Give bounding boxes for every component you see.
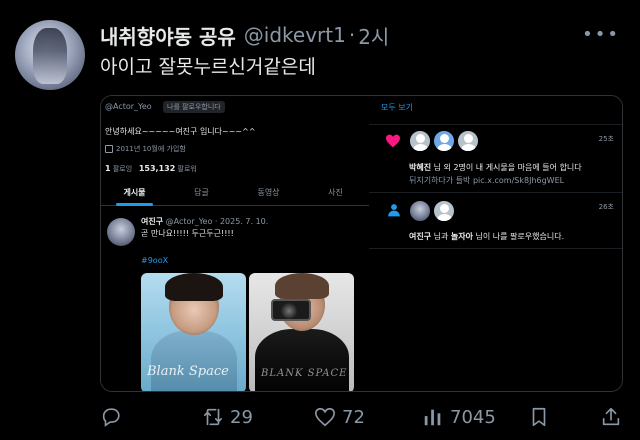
- post-meta: @Actor_Yeo · 2025. 7. 10.: [165, 217, 269, 226]
- bookmark-button[interactable]: [528, 402, 556, 432]
- profile-handle: @Actor_Yeo: [105, 102, 152, 111]
- views-button[interactable]: 7045: [422, 402, 496, 432]
- see-all-link: 모두 보기: [381, 103, 413, 112]
- post-author-name: 여진구: [141, 217, 164, 226]
- notif-2-name: 여진구: [409, 232, 432, 241]
- notif-2-date: 26초: [598, 203, 614, 211]
- photo-body: [151, 331, 237, 391]
- tweet-text: 아이고 잘못누르신거같은데: [100, 56, 316, 78]
- following-label: 팔로잉: [112, 165, 133, 173]
- notif-1-date: 25초: [598, 135, 614, 143]
- tweet-time[interactable]: 2시: [358, 21, 389, 50]
- divider: [369, 248, 622, 249]
- notif-avatar-4: [409, 200, 431, 222]
- profile-joined: 2011년 10월에 가입함: [105, 144, 186, 154]
- photo-hair: [165, 273, 223, 301]
- like-button[interactable]: 72: [314, 402, 365, 432]
- joined-date: 2011년 10월에 가입함: [116, 145, 186, 153]
- profile-bio: 안녕하세요~~~~~여진구 입니다~~~^^: [105, 127, 256, 136]
- photo-2-caption: BLANK SPACE: [261, 368, 348, 379]
- photo-body: [255, 329, 349, 391]
- display-name[interactable]: 내취향야동 공유: [100, 21, 236, 50]
- user-handle[interactable]: @idkevrt1: [244, 23, 346, 47]
- follows-you-badge: 나를 팔로우합니다: [163, 101, 225, 113]
- attached-screenshot[interactable]: @Actor_Yeo 나를 팔로우합니다 안녕하세요~~~~~여진구 입니다~~…: [100, 95, 623, 392]
- notif-avatar-5: [433, 200, 455, 222]
- post-avatar: [107, 218, 135, 246]
- notif-1-sub: 뒤지기하다가 들박 pic.x.com/Sk8Jh6gWEL: [409, 176, 565, 185]
- post-photo-2: BLANK SPACE: [249, 273, 354, 391]
- following-count: 1: [105, 164, 111, 173]
- view-count: 7045: [450, 406, 496, 428]
- photo-hair: [275, 273, 329, 299]
- calendar-icon: [105, 145, 113, 153]
- share-button[interactable]: [600, 402, 628, 432]
- profile-stats: 1 팔로잉 153,132 팔로워: [105, 164, 197, 174]
- divider: [369, 124, 622, 125]
- reply-icon: [102, 408, 120, 427]
- tab-photos: 사진: [328, 188, 343, 197]
- post-text: 곧 만나요!!!!! 두근두근!!!!: [141, 229, 234, 238]
- tweet-header: 내취향야동 공유 @idkevrt1 · 2시 •••: [100, 20, 620, 50]
- tab-posts: 게시물: [101, 180, 168, 206]
- heart-outline-icon: [315, 407, 335, 427]
- notif-1-text: 박혜진 님 외 2명이 내 게시물을 마음에 들어 합니다: [409, 162, 582, 173]
- notif-2-text: 여진구 님과 놀자아 님이 나를 팔로우했습니다.: [409, 231, 564, 242]
- post-hashtag: #9ooX: [141, 256, 169, 265]
- post-author: 여진구 @Actor_Yeo · 2025. 7. 10.: [141, 216, 268, 227]
- reply-button[interactable]: [100, 402, 128, 432]
- notif-avatar-2: [433, 130, 455, 152]
- avatar-figure: [33, 28, 67, 84]
- bookmark-icon: [532, 407, 546, 427]
- tab-videos: 동영상: [257, 188, 280, 197]
- photo-1-caption: Blank Space: [147, 364, 229, 379]
- more-options-button[interactable]: •••: [582, 24, 620, 45]
- views-icon: [424, 409, 441, 426]
- notifications-screenshot-pane: 모두 보기 25초 박혜진 님 외 2명이 내 게시물을 마음에 들어 합니다 …: [369, 96, 622, 391]
- tweet-actions: 29 72 7045: [100, 402, 625, 432]
- person-icon: [388, 204, 400, 217]
- share-icon: [602, 407, 620, 426]
- notif-2-message: 님과: [431, 232, 451, 241]
- heart-icon: [386, 134, 400, 148]
- post-photo-1: Blank Space: [141, 273, 246, 391]
- retweet-count: 29: [230, 406, 253, 428]
- retweet-icon: [203, 408, 223, 426]
- camera-lens: [281, 303, 297, 319]
- followers-label: 팔로워: [177, 165, 197, 173]
- divider: [369, 192, 622, 193]
- notif-avatar-3: [457, 130, 479, 152]
- like-count: 72: [342, 406, 365, 428]
- user-avatar[interactable]: [15, 20, 85, 90]
- notif-2-message2: 님이 나를 팔로우했습니다.: [473, 232, 565, 241]
- notif-avatar-1: [409, 130, 431, 152]
- separator-dot: ·: [348, 23, 356, 47]
- notif-1-name: 박혜진: [409, 163, 432, 172]
- notif-1-message: 님 외 2명이 내 게시물을 마음에 들어 합니다: [431, 163, 582, 172]
- profile-screenshot-pane: @Actor_Yeo 나를 팔로우합니다 안녕하세요~~~~~여진구 입니다~~…: [101, 96, 369, 391]
- followers-count: 153,132: [138, 164, 176, 173]
- profile-tabs: 게시물 답글 동영상 사진: [101, 180, 369, 206]
- retweet-button[interactable]: 29: [202, 402, 253, 432]
- tab-replies: 답글: [194, 188, 209, 197]
- notif-2-name2: 놀자아: [450, 232, 473, 241]
